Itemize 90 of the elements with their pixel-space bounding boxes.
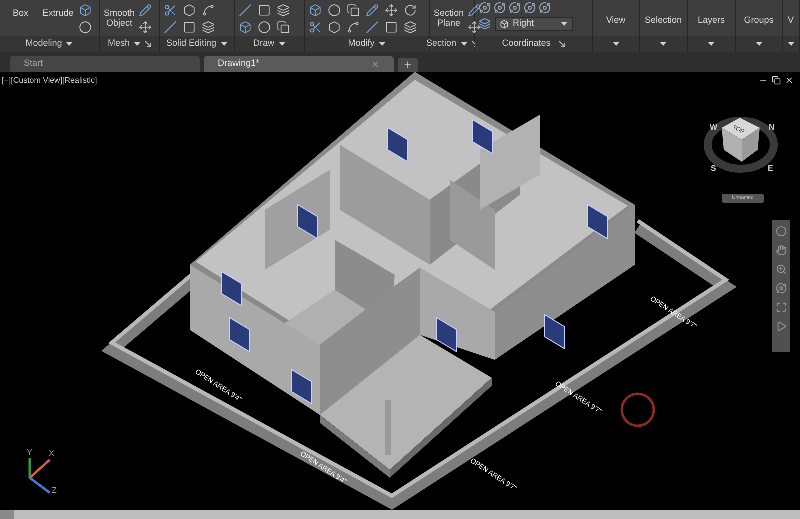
axis-label: Y (27, 448, 32, 457)
viewport-controls-label[interactable]: [−][Custom View][Realistic] (2, 75, 98, 87)
ribbon-button[interactable]: Smooth Object (104, 2, 136, 28)
ucs-tool-icon[interactable] (509, 2, 521, 14)
ribbon-button[interactable]: Groups (736, 0, 782, 36)
tool-icon[interactable] (202, 4, 215, 17)
axis-label: X (49, 449, 54, 458)
tool-icon[interactable] (164, 4, 177, 17)
ribbon-button[interactable]: V (783, 0, 799, 36)
launcher-icon[interactable] (145, 41, 151, 47)
steering-wheel-icon[interactable] (776, 226, 786, 237)
caret-icon (756, 42, 762, 46)
tool-icon[interactable] (183, 4, 196, 17)
tool-icon[interactable] (328, 4, 341, 17)
compass-letter[interactable]: N (769, 123, 775, 132)
tool-icon[interactable] (139, 21, 152, 34)
cursor-ring (620, 392, 656, 428)
tool-icon[interactable] (366, 21, 379, 34)
tool-icon[interactable] (239, 21, 252, 34)
tool-icon[interactable] (258, 4, 271, 17)
restore-icon[interactable] (772, 76, 781, 85)
cube-icon (500, 20, 509, 28)
tool-icon[interactable] (309, 4, 322, 17)
tool-icon[interactable] (239, 4, 252, 17)
caret-icon (134, 42, 141, 46)
ucs-tool-icon[interactable] (479, 18, 491, 30)
tool-icon[interactable] (366, 4, 379, 17)
caret-icon (708, 42, 715, 46)
launcher-icon[interactable] (558, 41, 565, 47)
tool-icon[interactable] (404, 21, 417, 34)
caret-icon (378, 42, 386, 46)
tool-icon[interactable] (164, 21, 177, 34)
dropdown-value: Right (513, 17, 536, 30)
viewcube-drawing[interactable] (722, 118, 760, 162)
tool-icon[interactable] (139, 4, 152, 17)
ribbon-button[interactable]: Section Plane (434, 2, 464, 28)
tool-icon[interactable] (183, 21, 196, 34)
ucs-tool-icon[interactable] (524, 2, 536, 14)
orbit-icon[interactable] (776, 283, 786, 294)
ribbon-button[interactable]: Layers (688, 0, 735, 36)
tool-icon[interactable] (347, 21, 360, 34)
tool-icon[interactable] (309, 21, 322, 34)
tool-icon[interactable] (385, 4, 398, 17)
caret-icon (460, 42, 468, 46)
caret-icon (660, 42, 667, 46)
ucs-tool-icon[interactable] (479, 2, 491, 14)
caret-icon (788, 42, 794, 46)
file-tab[interactable]: Start (10, 56, 200, 72)
tool-icon[interactable] (468, 4, 482, 17)
compass-letter[interactable]: W (710, 123, 718, 132)
tool-icon[interactable] (277, 21, 290, 34)
panel-title[interactable]: Modify (348, 37, 375, 51)
tool-icon[interactable] (79, 21, 92, 34)
axis-label: Z (52, 486, 57, 495)
ribbon-button[interactable]: Extrude (42, 2, 75, 18)
ucs-axes-icon (28, 458, 51, 494)
ribbon-button[interactable]: Box (4, 2, 38, 18)
ribbon-button[interactable]: Selection (640, 0, 687, 36)
new-tab-button[interactable] (398, 58, 418, 72)
caret-icon (612, 42, 620, 46)
tool-icon[interactable] (385, 21, 398, 34)
file-tab[interactable]: Drawing1* (204, 56, 394, 72)
tool-icon[interactable] (404, 4, 417, 17)
compass-letter[interactable]: S (711, 164, 716, 173)
horizontal-scrollbar[interactable] (0, 510, 800, 519)
tool-icon[interactable] (347, 4, 360, 17)
view-dropdown[interactable]: Right (495, 17, 573, 31)
panel-title[interactable]: Section (426, 37, 457, 51)
caret-icon (278, 42, 286, 46)
pan-icon[interactable] (776, 245, 786, 256)
tab-label: Drawing1* (218, 57, 260, 70)
ucs-tool-icon[interactable] (539, 2, 551, 14)
compass-letter[interactable]: E (768, 164, 774, 173)
caret-icon (66, 42, 74, 46)
ribbon-button[interactable]: View (593, 0, 639, 36)
viewcube-ring[interactable] (704, 117, 778, 173)
tool-icon[interactable] (277, 4, 290, 17)
tool-icon[interactable] (258, 21, 271, 34)
ucs-tool-icon[interactable] (494, 2, 506, 14)
tool-icon[interactable] (79, 4, 92, 17)
tool-icon[interactable] (202, 21, 215, 34)
zoom-icon[interactable] (776, 264, 786, 275)
extents-icon[interactable] (776, 302, 786, 313)
tool-icon[interactable] (468, 21, 482, 34)
tool-icon[interactable] (328, 21, 341, 34)
caret-icon (561, 22, 568, 26)
showmotion-icon[interactable] (776, 321, 786, 332)
plus-icon (403, 60, 413, 70)
tab-label: Start (24, 57, 44, 70)
caret-icon (220, 42, 228, 46)
